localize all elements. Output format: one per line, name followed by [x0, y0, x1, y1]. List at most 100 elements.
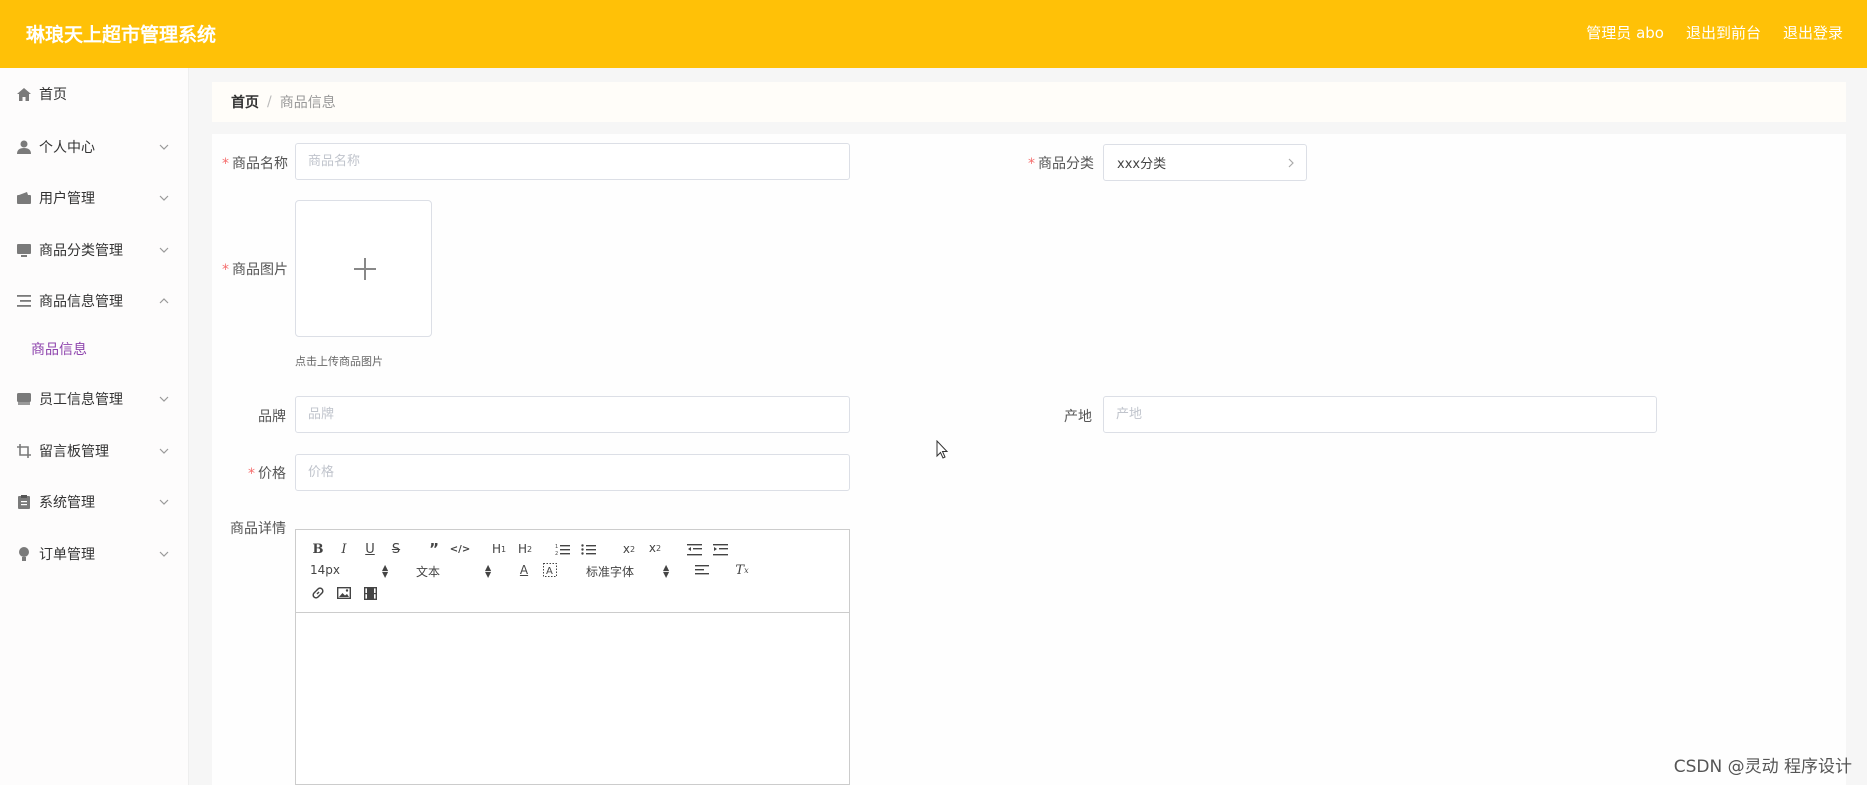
chevron-right-icon — [1288, 158, 1294, 168]
origin-input[interactable] — [1103, 396, 1657, 433]
select-arrows-icon: ▲ ▼ — [382, 563, 389, 579]
video-icon[interactable] — [362, 585, 378, 601]
superscript-icon[interactable]: x2 — [646, 540, 664, 556]
mouse-cursor-icon — [936, 440, 949, 459]
image-icon[interactable] — [336, 585, 352, 601]
top-header: 琳琅天上超市管理系统 管理员 abo 退出到前台 退出登录 — [0, 0, 1867, 68]
svg-text:1: 1 — [555, 544, 558, 550]
breadcrumb-separator: / — [267, 94, 272, 110]
sidebar-item-personal-center[interactable]: 个人中心 — [0, 127, 189, 167]
sidebar-item-message-board[interactable]: 留言板管理 — [0, 431, 189, 471]
detail-label: 商品详情 — [230, 521, 286, 537]
admin-username: 管理员 abo — [1586, 24, 1664, 42]
outdent-icon[interactable] — [686, 541, 702, 557]
sidebar-item-label: 订单管理 — [39, 547, 95, 563]
sidebar-item-category-management[interactable]: 商品分类管理 — [0, 230, 189, 270]
category-cascader[interactable]: xxx分类 — [1103, 144, 1307, 181]
required-mark: * — [222, 262, 229, 278]
logout-link[interactable]: 退出登录 — [1783, 22, 1843, 43]
sidebar-item-user-management[interactable]: 用户管理 — [0, 178, 189, 218]
editor-toolbar: B I U S ” </> H1 H2 12 x2 x2 14px ▲ ▼ 文本 … — [296, 530, 849, 613]
blockquote-icon[interactable]: ” — [426, 540, 442, 558]
monitor-icon — [17, 243, 31, 257]
strike-icon[interactable]: S — [388, 541, 404, 557]
header-actions: 管理员 abo 退出到前台 退出登录 — [1586, 22, 1843, 43]
chevron-down-icon — [159, 448, 169, 454]
brand-input[interactable] — [295, 396, 850, 433]
breadcrumb-current: 商品信息 — [279, 95, 336, 111]
sidebar-item-system-management[interactable]: 系统管理 — [0, 482, 189, 522]
background-color-icon[interactable]: A — [542, 562, 558, 578]
sidebar-item-label: 留言板管理 — [39, 444, 109, 460]
chevron-down-icon — [159, 499, 169, 505]
sidebar-item-label: 首页 — [39, 87, 67, 103]
sidebar-item-label: 员工信息管理 — [39, 392, 123, 408]
clipboard-icon — [17, 495, 31, 509]
chevron-down-icon — [159, 247, 169, 253]
h2-icon[interactable]: H2 — [516, 541, 534, 557]
link-icon[interactable] — [310, 585, 326, 601]
underline-icon[interactable]: U — [362, 541, 378, 557]
sidebar-item-label: 系统管理 — [39, 495, 95, 511]
chevron-down-icon — [159, 144, 169, 150]
sidebar-subitem-label: 商品信息 — [31, 342, 87, 358]
chevron-down-icon — [159, 551, 169, 557]
required-mark: * — [1028, 156, 1035, 172]
sidebar-subitem-product-info[interactable]: 商品信息 — [0, 332, 189, 366]
rich-text-editor: B I U S ” </> H1 H2 12 x2 x2 14px ▲ ▼ 文本 … — [295, 529, 850, 785]
select-arrows-icon: ▲ ▼ — [485, 563, 492, 579]
bold-icon[interactable]: B — [310, 541, 326, 557]
product-name-label: * 商品名称 — [222, 156, 288, 172]
sidebar-menu: 首页 个人中心 用户管理 商品分类管理 商品信息管理 商品信息 员工信息管理 留… — [0, 68, 189, 785]
clean-format-icon[interactable]: Tx — [734, 562, 750, 578]
brand-label: 品牌 — [258, 409, 286, 425]
sidebar-item-label: 商品信息管理 — [39, 294, 123, 310]
h1-icon[interactable]: H1 — [490, 541, 508, 557]
sidebar-item-product-management[interactable]: 商品信息管理 — [0, 281, 189, 321]
upload-tip: 点击上传商品图片 — [295, 355, 383, 368]
align-icon[interactable] — [694, 562, 710, 578]
category-label: * 商品分类 — [1028, 156, 1094, 172]
indent-icon[interactable] — [712, 541, 728, 557]
code-block-icon[interactable]: </> — [450, 541, 470, 557]
bullet-list-icon[interactable] — [580, 541, 596, 557]
folder-icon — [17, 392, 31, 406]
wallet-icon — [17, 191, 31, 205]
sidebar-item-label: 商品分类管理 — [39, 243, 123, 259]
font-size-select[interactable]: 14px ▲ ▼ — [310, 563, 390, 579]
crop-icon — [17, 444, 31, 458]
svg-text:A: A — [546, 566, 553, 577]
sidebar-item-label: 用户管理 — [39, 191, 95, 207]
svg-text:2: 2 — [555, 551, 558, 556]
subscript-icon[interactable]: x2 — [620, 541, 638, 557]
ordered-list-icon[interactable]: 12 — [554, 541, 570, 557]
breadcrumb-home-link[interactable]: 首页 — [231, 92, 259, 112]
sidebar-item-staff-management[interactable]: 员工信息管理 — [0, 379, 189, 419]
font-family-select[interactable]: 标准字体 ▲ ▼ — [586, 563, 674, 580]
sidebar-item-label: 个人中心 — [39, 140, 95, 156]
italic-icon[interactable]: I — [336, 541, 352, 557]
watermark-text: CSDN @灵动 程序设计 — [1673, 757, 1852, 777]
chevron-up-icon — [159, 298, 169, 304]
required-mark: * — [248, 466, 255, 482]
chevron-down-icon — [159, 396, 169, 402]
app-title: 琳琅天上超市管理系统 — [26, 24, 217, 46]
price-input[interactable] — [295, 454, 850, 491]
header-select[interactable]: 文本 ▲ ▼ — [416, 563, 496, 580]
home-icon — [17, 87, 31, 101]
select-arrows-icon: ▲ ▼ — [663, 563, 670, 579]
exit-to-frontend-link[interactable]: 退出到前台 — [1686, 22, 1761, 43]
product-image-label: * 商品图片 — [222, 262, 288, 278]
user-icon — [17, 140, 31, 154]
bulb-icon — [17, 547, 31, 561]
list-icon — [17, 294, 31, 308]
category-value: xxx分类 — [1117, 157, 1167, 172]
required-mark: * — [222, 156, 229, 172]
sidebar-item-home[interactable]: 首页 — [0, 74, 189, 114]
origin-label: 产地 — [1064, 409, 1092, 425]
font-color-icon[interactable]: A — [516, 562, 532, 578]
image-upload-box[interactable] — [295, 200, 432, 337]
sidebar-item-order-management[interactable]: 订单管理 — [0, 534, 189, 574]
product-name-input[interactable] — [295, 143, 850, 180]
breadcrumb: 首页 / 商品信息 — [212, 82, 1846, 122]
